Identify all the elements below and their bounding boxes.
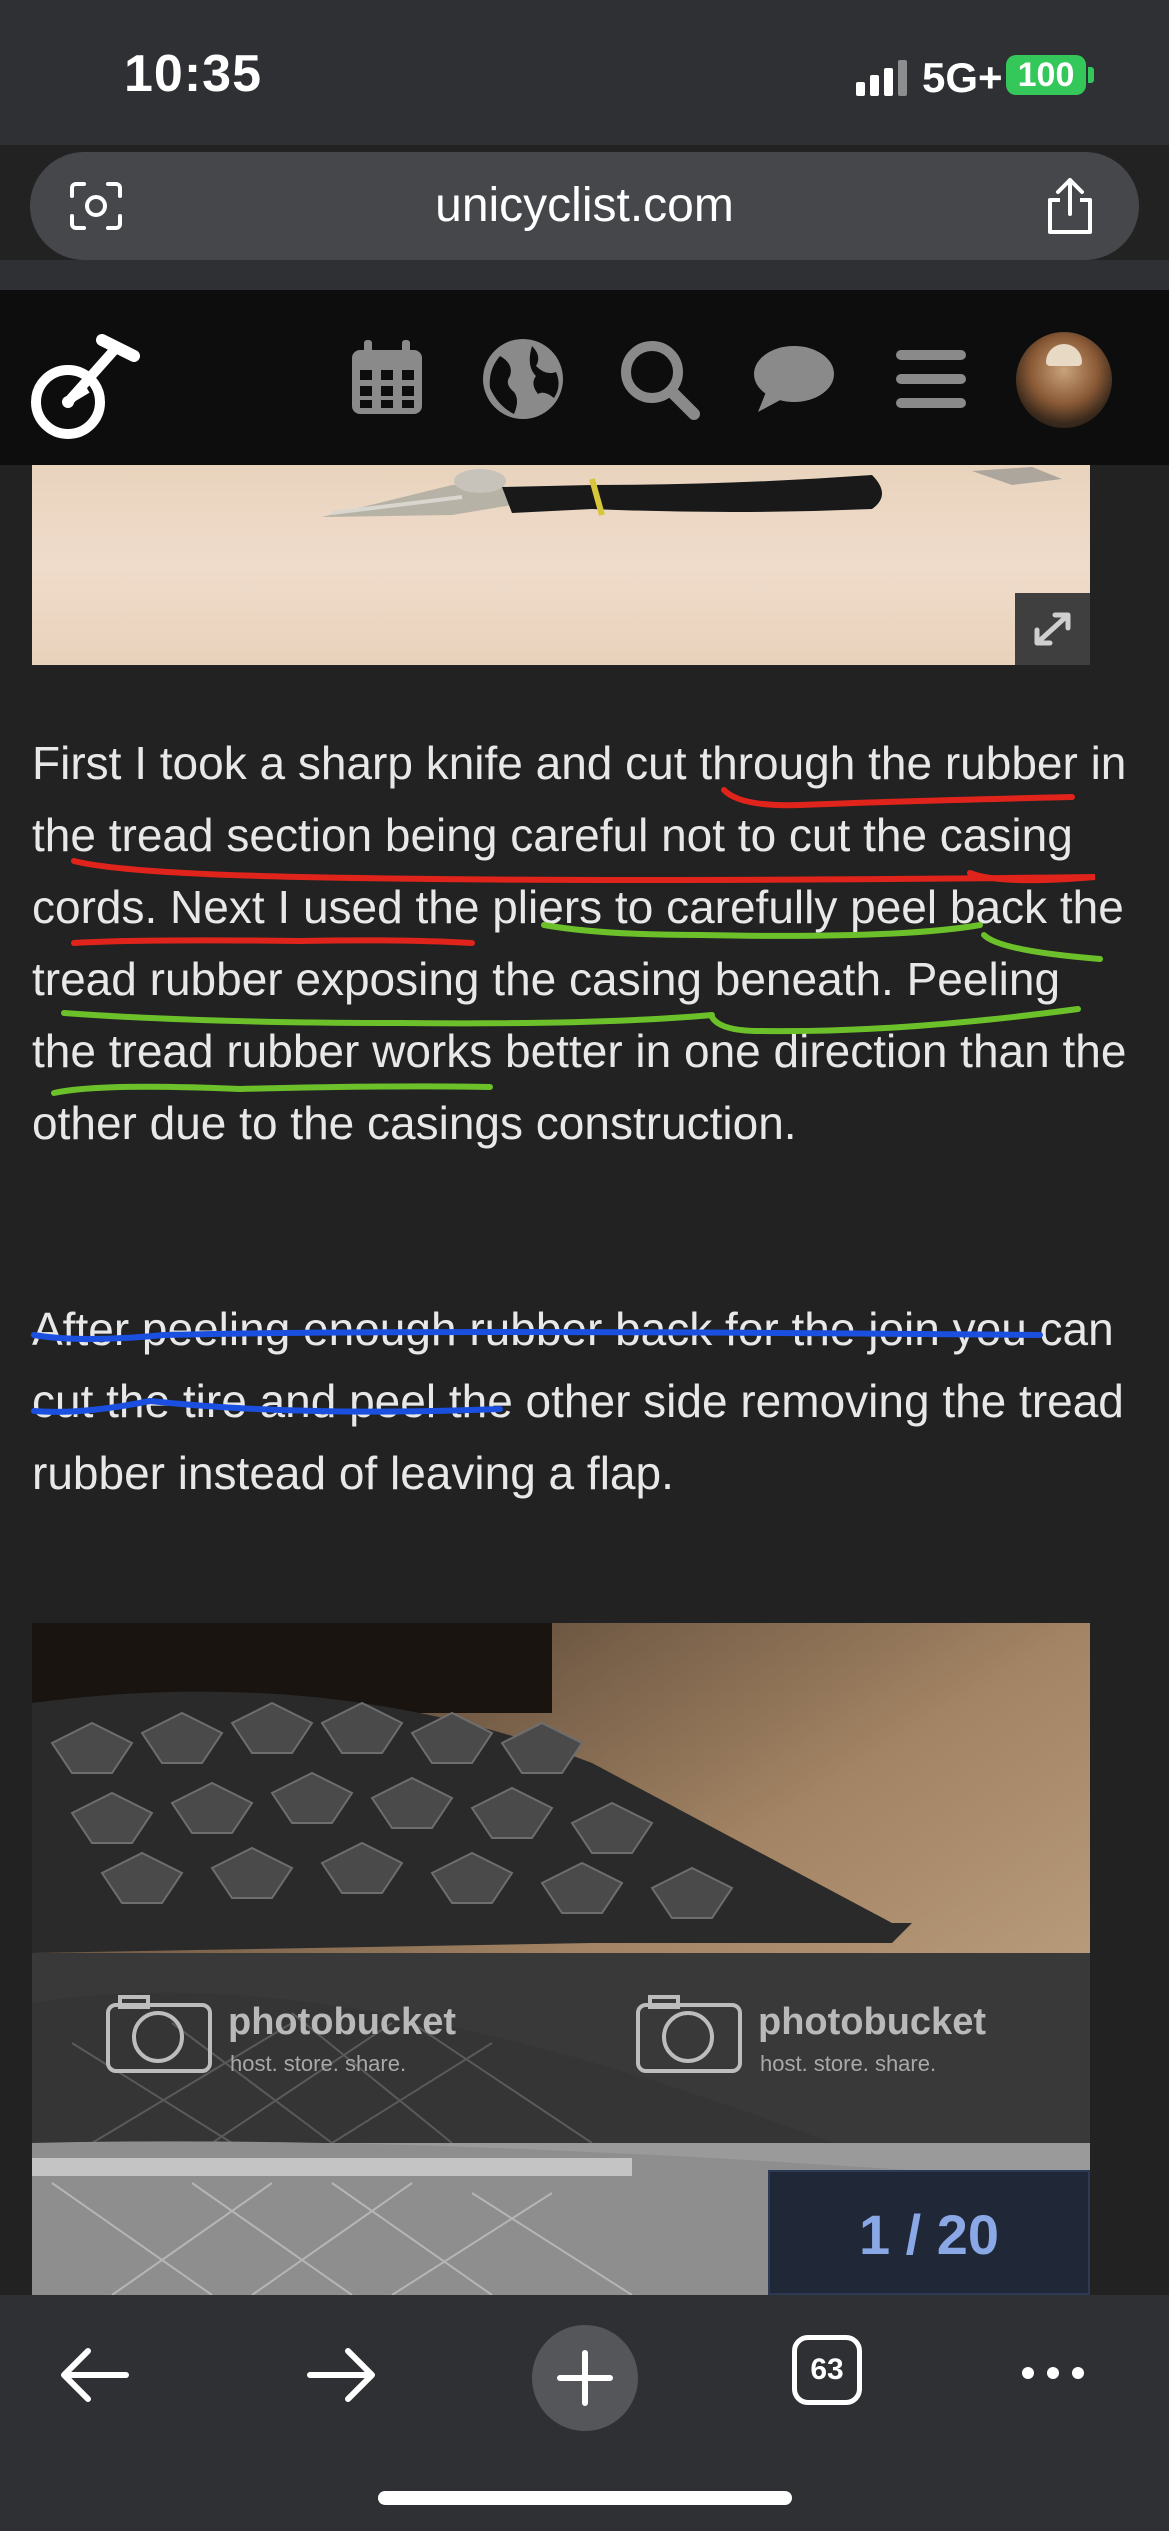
- watermark-tagline-2: host. store. share.: [760, 2051, 937, 2076]
- search-icon[interactable]: [616, 336, 702, 422]
- tabs-button[interactable]: 63: [792, 2335, 862, 2405]
- user-avatar[interactable]: [1016, 332, 1112, 428]
- blue-underline-2: [31, 1397, 503, 1415]
- menu-icon[interactable]: [888, 336, 974, 422]
- globe-icon[interactable]: [480, 336, 566, 422]
- plus-icon: [557, 2350, 613, 2406]
- avatar-cap-shape: [1046, 344, 1082, 366]
- post-content: First I took a sharp knife and cut throu…: [0, 465, 1169, 2295]
- share-icon[interactable]: [1040, 174, 1100, 238]
- green-underline-3: [51, 1083, 493, 1096]
- red-underline-3: [71, 937, 475, 946]
- green-underline-2: [61, 1006, 1081, 1035]
- status-bar: 10:35 5G+ 100 unicyclist.com: [0, 0, 1169, 260]
- address-bar[interactable]: unicyclist.com: [30, 152, 1139, 260]
- forward-arrow-icon[interactable]: [296, 2335, 386, 2415]
- red-underline-2: [71, 858, 1096, 884]
- watermark-tagline: host. store. share.: [230, 2051, 407, 2076]
- annotation-underlines: [31, 787, 1103, 1415]
- battery-tip: [1088, 67, 1094, 83]
- red-underline-1: [721, 787, 1075, 809]
- back-arrow-icon[interactable]: [50, 2335, 140, 2415]
- blue-underline-1: [31, 1329, 1043, 1342]
- new-tab-button[interactable]: [532, 2325, 638, 2431]
- chat-icon[interactable]: [750, 336, 836, 422]
- watermark-brand-2: photobucket: [758, 2001, 986, 2043]
- unicycle-logo-icon[interactable]: [26, 320, 156, 445]
- home-indicator: [378, 2491, 792, 2505]
- green-underline-1: [541, 922, 1103, 962]
- watermark-brand: photobucket: [228, 2001, 456, 2043]
- cellular-signal-icon: [856, 60, 908, 96]
- network-type: 5G+: [922, 54, 1003, 101]
- calendar-icon[interactable]: [344, 336, 430, 422]
- site-header: [0, 290, 1169, 465]
- battery-icon: 100: [1006, 55, 1086, 95]
- status-time: 10:35: [124, 45, 262, 103]
- more-options-icon[interactable]: [1008, 2335, 1098, 2415]
- url-text: unicyclist.com: [435, 179, 734, 232]
- gallery-counter[interactable]: 1 / 20: [768, 2170, 1090, 2295]
- toolbar-divider: [0, 260, 1169, 290]
